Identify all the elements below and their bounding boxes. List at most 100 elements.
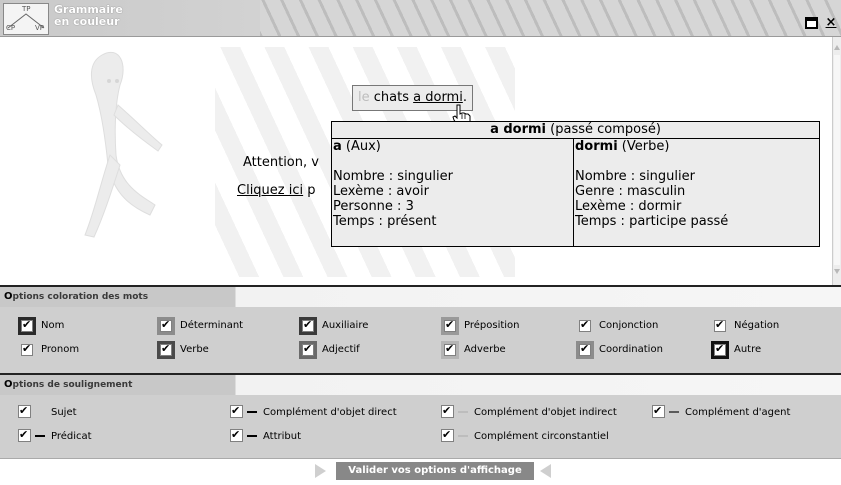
sentence-word-chats[interactable]: chats xyxy=(374,90,409,105)
tooltip-aux-line: Temps : présent xyxy=(333,214,437,229)
close-button[interactable]: × xyxy=(824,16,838,29)
coloration-option-coordination[interactable]: Coordination xyxy=(576,341,663,359)
tooltip-verb-word: dormi xyxy=(575,139,618,154)
soulignement-header-initial: O xyxy=(4,379,13,390)
checkbox-icon[interactable] xyxy=(160,318,172,332)
checkbox-icon[interactable] xyxy=(714,318,726,332)
coloration-option-pronom[interactable]: Pronom xyxy=(18,341,79,359)
color-swatch[interactable] xyxy=(576,341,594,359)
coloration-header-initial: O xyxy=(4,291,13,302)
tooltip-verb-line: Nombre : singulier xyxy=(575,169,695,184)
tooltip-title-tense: (passé composé) xyxy=(546,122,661,137)
tooltip-aux-line: Lexème : avoir xyxy=(333,184,429,199)
checkbox-icon[interactable] xyxy=(18,428,31,442)
checkbox-icon[interactable] xyxy=(160,342,172,356)
underline-option-cod[interactable]: Complément d'objet direct xyxy=(230,404,397,422)
coloration-option-auxiliaire[interactable]: Auxiliaire xyxy=(299,317,368,335)
tooltip-aux-line: Nombre : singulier xyxy=(333,169,453,184)
checkbox-icon[interactable] xyxy=(444,342,456,356)
color-swatch[interactable] xyxy=(441,317,459,335)
underline-sample xyxy=(35,411,45,413)
coloration-option-autre[interactable]: Autre xyxy=(711,341,761,359)
attention-text: Attention, v xyxy=(243,155,319,170)
checkbox-icon[interactable] xyxy=(579,318,591,332)
option-label: Conjonction xyxy=(599,320,659,331)
checkbox-icon[interactable] xyxy=(441,404,454,418)
checkbox-icon[interactable] xyxy=(18,404,31,418)
color-swatch[interactable] xyxy=(157,341,175,359)
underline-option-agent[interactable]: Complément d'agent xyxy=(652,404,790,422)
scroll-thumb[interactable] xyxy=(834,55,840,265)
title-bar: TP CP VP Grammaire en couleur × xyxy=(0,0,841,37)
sentence-word-le[interactable]: le xyxy=(358,90,370,105)
tooltip-verb-line: Lexème : dormir xyxy=(575,199,682,214)
underline-sample xyxy=(247,411,257,413)
coloration-header: Options coloration des mots xyxy=(0,285,841,307)
option-label: Adverbe xyxy=(464,344,506,355)
underline-sample xyxy=(35,435,45,437)
option-label: Négation xyxy=(734,320,780,331)
underline-option-coi[interactable]: Complément d'objet indirect xyxy=(441,404,617,422)
checkbox-icon[interactable] xyxy=(302,342,314,356)
option-label: Verbe xyxy=(180,344,209,355)
checkbox-icon[interactable] xyxy=(714,342,726,356)
checkbox-icon[interactable] xyxy=(302,318,314,332)
click-here-text: Cliquez ici p xyxy=(237,183,316,198)
tooltip-column-aux: a (Aux) Nombre : singulier Lexème : avoi… xyxy=(333,139,574,246)
underline-option-circonstantiel[interactable]: Complément circonstantiel xyxy=(441,428,609,446)
checkbox-icon[interactable] xyxy=(444,318,456,332)
coloration-panel: Nom Déterminant Auxiliaire Préposition C… xyxy=(0,307,841,373)
color-swatch[interactable] xyxy=(18,341,36,359)
coloration-option-negation[interactable]: Négation xyxy=(711,317,779,335)
coloration-option-adjectif[interactable]: Adjectif xyxy=(299,341,360,359)
color-swatch[interactable] xyxy=(711,341,729,359)
underline-sample xyxy=(458,435,468,437)
option-label: Auxiliaire xyxy=(322,320,369,331)
click-here-link[interactable]: Cliquez ici xyxy=(237,183,303,198)
content-area: le chats a dormi. Attention, v Cliquez i… xyxy=(0,37,832,285)
app-title-line2: en couleur xyxy=(54,15,120,28)
coloration-option-preposition[interactable]: Préposition xyxy=(441,317,520,335)
tooltip-title: a dormi (passé composé) xyxy=(332,122,819,139)
option-label: Coordination xyxy=(599,344,663,355)
option-label: Complément d'objet indirect xyxy=(474,407,617,418)
underline-option-predicat[interactable]: Prédicat xyxy=(18,428,92,446)
option-label: Autre xyxy=(734,344,762,355)
coloration-option-determinant[interactable]: Déterminant xyxy=(157,317,243,335)
color-swatch[interactable] xyxy=(441,341,459,359)
underline-sample xyxy=(669,411,679,413)
underline-option-attribut[interactable]: Attribut xyxy=(230,428,301,446)
checkbox-icon[interactable] xyxy=(441,428,454,442)
analysis-tooltip: a dormi (passé composé) a (Aux) Nombre :… xyxy=(331,121,820,247)
color-swatch[interactable] xyxy=(299,341,317,359)
vertical-scrollbar[interactable] xyxy=(832,37,841,285)
validate-options-button[interactable]: Valider vos options d'affichage xyxy=(336,462,534,480)
scroll-down-icon[interactable] xyxy=(834,269,840,274)
scroll-up-icon[interactable] xyxy=(834,45,840,50)
checkbox-icon[interactable] xyxy=(230,428,243,442)
color-swatch[interactable] xyxy=(157,317,175,335)
coloration-option-verbe[interactable]: Verbe xyxy=(157,341,209,359)
color-swatch[interactable] xyxy=(711,317,729,335)
coloration-option-nom[interactable]: Nom xyxy=(18,317,64,335)
checkbox-icon[interactable] xyxy=(21,342,33,356)
option-label: Déterminant xyxy=(180,320,244,331)
option-label: Adjectif xyxy=(322,344,360,355)
color-swatch[interactable] xyxy=(18,317,36,335)
checkbox-icon[interactable] xyxy=(579,342,591,356)
option-label: Préposition xyxy=(464,320,520,331)
color-swatch[interactable] xyxy=(299,317,317,335)
checkbox-icon[interactable] xyxy=(230,404,243,418)
tooltip-aux-line: Personne : 3 xyxy=(333,199,414,214)
tooltip-aux-word: a xyxy=(333,139,342,154)
logo-top-text: TP xyxy=(22,5,31,13)
coloration-option-adverbe[interactable]: Adverbe xyxy=(441,341,506,359)
coloration-option-conjonction[interactable]: Conjonction xyxy=(576,317,658,335)
color-swatch[interactable] xyxy=(576,317,594,335)
checkbox-icon[interactable] xyxy=(21,318,33,332)
underline-option-sujet[interactable]: Sujet xyxy=(18,404,77,422)
checkbox-icon[interactable] xyxy=(652,404,665,418)
tooltip-verb-category: (Verbe) xyxy=(617,139,670,154)
underline-sample xyxy=(458,411,468,413)
maximize-button[interactable] xyxy=(805,17,818,29)
